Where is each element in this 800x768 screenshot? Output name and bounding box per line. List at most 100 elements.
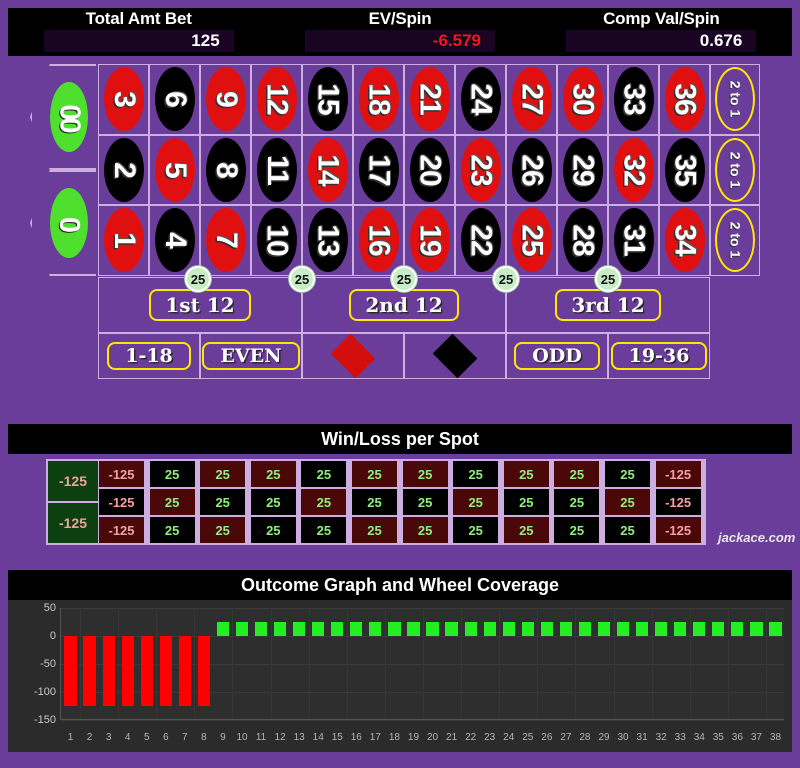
chart-vertical-gridline bbox=[423, 608, 424, 719]
bet-chip[interactable]: 25 bbox=[493, 266, 519, 292]
bet-spot-35[interactable]: 35 bbox=[659, 134, 710, 206]
chart-vertical-gridline bbox=[270, 608, 272, 719]
bet-spot-black[interactable] bbox=[404, 332, 506, 379]
number-label: 12 bbox=[260, 83, 294, 115]
number-oval: 11 bbox=[256, 137, 297, 202]
winloss-value: 25 bbox=[266, 466, 281, 482]
winloss-value: 25 bbox=[266, 522, 281, 538]
chart-x-tick-label: 29 bbox=[598, 732, 610, 743]
bet-spot-16[interactable]: 16 bbox=[353, 205, 404, 276]
chart-x-tick-label: 27 bbox=[560, 732, 572, 743]
bet-spot-00[interactable]: 00 bbox=[30, 64, 96, 170]
number-label: 32 bbox=[617, 154, 651, 186]
winloss-value: 25 bbox=[620, 466, 635, 482]
bet-spot-6[interactable]: 6 bbox=[149, 64, 200, 135]
bet-spot-0[interactable]: 0 bbox=[30, 170, 96, 276]
bet-spot-24[interactable]: 24 bbox=[455, 64, 506, 135]
bet-spot-22[interactable]: 22 bbox=[455, 205, 506, 276]
bet-spot-23[interactable]: 23 bbox=[455, 134, 506, 206]
chart-vertical-gridline bbox=[80, 608, 82, 719]
bet-spot-19[interactable]: 19 bbox=[404, 205, 455, 276]
number-label: 31 bbox=[617, 224, 651, 257]
number-label: 36 bbox=[668, 83, 702, 115]
chart-vertical-gridline bbox=[727, 608, 729, 719]
number-oval: 10 bbox=[256, 208, 297, 273]
bet-spot-4[interactable]: 4 bbox=[149, 205, 200, 276]
bet-spot-even[interactable]: EVEN bbox=[200, 332, 302, 379]
chart-vertical-gridline bbox=[384, 608, 386, 719]
chart-x-tick-label: 15 bbox=[331, 732, 343, 743]
chart-x-tick-label: 26 bbox=[541, 732, 553, 743]
winloss-cell: 25 bbox=[605, 517, 650, 543]
bet-spot-34[interactable]: 34 bbox=[659, 205, 710, 276]
bet-spot-8[interactable]: 8 bbox=[200, 134, 251, 206]
bet-spot-29[interactable]: 29 bbox=[557, 134, 608, 206]
bet-spot-10[interactable]: 10 bbox=[251, 205, 302, 276]
chart-x-tick-label: 38 bbox=[769, 732, 782, 743]
chart-x-tick-label: 20 bbox=[426, 732, 439, 743]
bet-spot-32[interactable]: 32 bbox=[608, 134, 659, 206]
bet-spot-28[interactable]: 28 bbox=[557, 205, 608, 276]
column-bet-oval: 2 to 1 bbox=[715, 67, 755, 132]
winloss-value: 25 bbox=[519, 466, 534, 482]
bet-spot-31[interactable]: 31 bbox=[608, 205, 659, 276]
winloss-cell: 25 bbox=[503, 489, 549, 515]
winloss-cell: 25 bbox=[301, 489, 347, 515]
bet-spot-column-1[interactable]: 2 to 1 bbox=[710, 64, 760, 135]
bet-spot-9[interactable]: 9 bbox=[200, 64, 251, 135]
roulette-betting-table[interactable]: 00 0 3 6 9 12 15 18 21 24 27 30 33 36 2 5 8 11 14 17 20 23 2… bbox=[0, 60, 800, 396]
bet-spot-14[interactable]: 14 bbox=[302, 134, 353, 206]
chart-x-tick-label: 23 bbox=[484, 732, 496, 743]
bet-spot-30[interactable]: 30 bbox=[557, 64, 608, 135]
bet-chip[interactable]: 25 bbox=[289, 266, 315, 292]
bet-spot-15[interactable]: 15 bbox=[302, 64, 353, 135]
number-grid[interactable]: 3 6 9 12 15 18 21 24 27 30 33 36 2 5 8 11 14 17 20 23 26 29 32… bbox=[98, 64, 710, 276]
chart-x-tick-label: 36 bbox=[731, 732, 743, 743]
bet-spot-27[interactable]: 27 bbox=[506, 64, 557, 135]
bet-chip[interactable]: 25 bbox=[185, 266, 211, 292]
chart-bar bbox=[426, 622, 439, 636]
stat-value: 0.676 bbox=[699, 31, 743, 50]
winloss-value: 25 bbox=[468, 494, 483, 510]
column-bets[interactable]: 2 to 1 2 to 1 2 to 1 bbox=[710, 64, 760, 276]
bet-spot-26[interactable]: 26 bbox=[506, 134, 557, 206]
number-oval: 30 bbox=[562, 67, 603, 132]
bet-spot-1-18[interactable]: 1-18 bbox=[98, 332, 200, 379]
bet-chip[interactable]: 25 bbox=[595, 266, 621, 292]
red-diamond-icon bbox=[330, 333, 376, 378]
bet-spot-20[interactable]: 20 bbox=[404, 134, 455, 206]
bet-spot-2[interactable]: 2 bbox=[98, 134, 149, 206]
winloss-value: 25 bbox=[215, 522, 230, 538]
bet-spot-18[interactable]: 18 bbox=[353, 64, 404, 135]
outside-bets[interactable]: 1-18 EVEN ODD 19-36 bbox=[98, 332, 710, 379]
bet-spot-5[interactable]: 5 bbox=[149, 134, 200, 206]
number-oval: 24 bbox=[460, 67, 501, 132]
bet-spot-19-36[interactable]: 19-36 bbox=[608, 332, 710, 379]
bet-spot-column-3[interactable]: 2 to 1 bbox=[710, 205, 760, 276]
zero-label: 0 bbox=[53, 216, 86, 230]
chart-bar bbox=[121, 636, 134, 706]
chart-bar bbox=[674, 622, 687, 636]
bet-spot-25[interactable]: 25 bbox=[506, 205, 557, 276]
bet-spot-11[interactable]: 11 bbox=[251, 134, 302, 206]
bet-spot-3[interactable]: 3 bbox=[98, 64, 149, 135]
chart-bar bbox=[140, 636, 153, 706]
bet-spot-21[interactable]: 21 bbox=[404, 64, 455, 135]
bet-spot-33[interactable]: 33 bbox=[608, 64, 659, 135]
bet-spot-12[interactable]: 12 bbox=[251, 64, 302, 135]
number-label: 5 bbox=[158, 162, 192, 178]
bet-spot-1[interactable]: 1 bbox=[98, 205, 149, 276]
bet-spot-red[interactable] bbox=[302, 332, 404, 379]
number-oval: 36 bbox=[664, 67, 705, 132]
chart-bar bbox=[159, 636, 172, 706]
bet-spot-odd[interactable]: ODD bbox=[506, 332, 608, 379]
column-bet-label: 2 to 1 bbox=[727, 81, 744, 118]
number-oval: 29 bbox=[562, 137, 603, 202]
bet-spot-17[interactable]: 17 bbox=[353, 134, 404, 206]
bet-spot-7[interactable]: 7 bbox=[200, 205, 251, 276]
bet-spot-column-2[interactable]: 2 to 1 bbox=[710, 134, 760, 206]
winloss-cell: 25 bbox=[200, 461, 246, 487]
bet-chip[interactable]: 25 bbox=[391, 266, 417, 292]
bet-spot-36[interactable]: 36 bbox=[659, 64, 710, 135]
bet-spot-13[interactable]: 13 bbox=[302, 205, 353, 276]
